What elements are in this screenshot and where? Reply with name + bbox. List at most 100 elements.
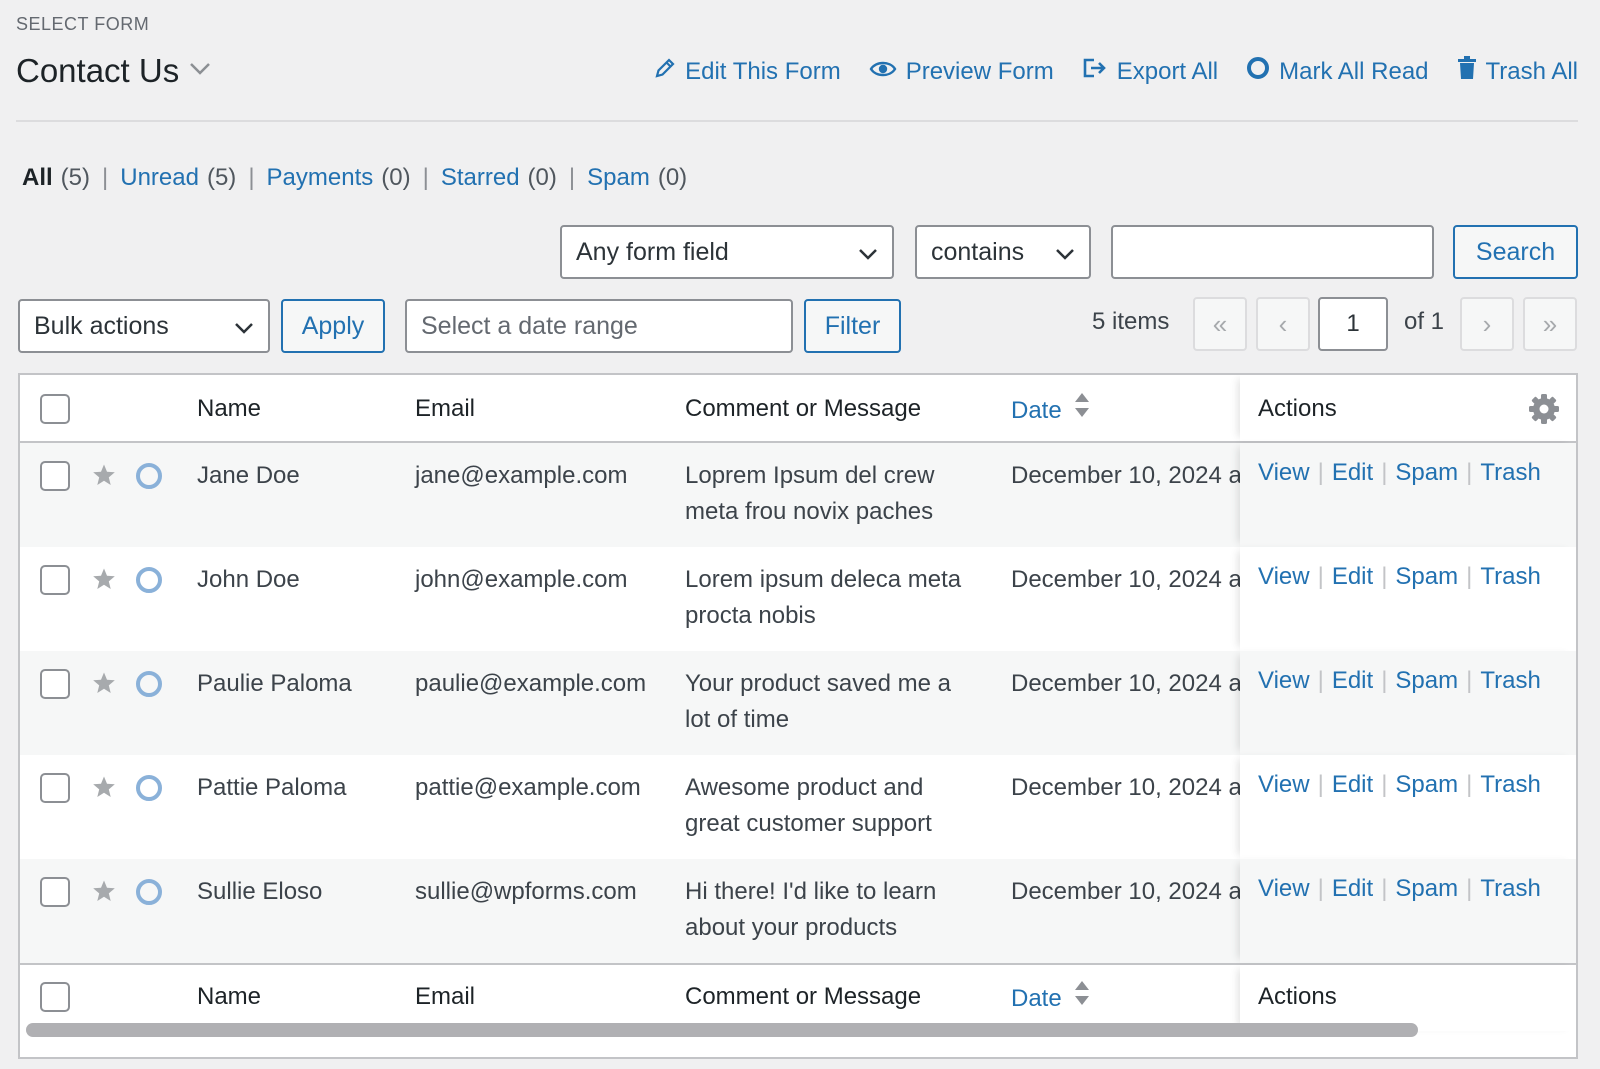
edit-link[interactable]: Edit bbox=[1332, 559, 1373, 595]
horizontal-scrollbar[interactable] bbox=[26, 1023, 1418, 1037]
edit-link[interactable]: Edit bbox=[1332, 871, 1373, 907]
search-button[interactable]: Search bbox=[1453, 225, 1578, 279]
date-range-input[interactable]: Select a date range bbox=[405, 299, 793, 353]
star-icon[interactable] bbox=[92, 879, 116, 908]
prev-page-button[interactable]: ‹ bbox=[1256, 297, 1310, 351]
trash-all-button[interactable]: Trash All bbox=[1457, 56, 1578, 87]
gear-icon[interactable] bbox=[1528, 393, 1560, 436]
select-form-label: SELECT FORM bbox=[16, 14, 150, 34]
view-separator: | bbox=[568, 164, 576, 191]
row-checkbox[interactable] bbox=[40, 565, 70, 595]
unread-dot-icon[interactable] bbox=[136, 671, 162, 697]
entry-message: Your product saved me a lot of time bbox=[685, 666, 985, 738]
view-spam-count: (0) bbox=[657, 164, 688, 191]
column-footer-date[interactable]: Date bbox=[1011, 979, 1247, 1018]
trash-link[interactable]: Trash bbox=[1480, 559, 1540, 595]
column-footer-email: Email bbox=[415, 983, 476, 1010]
select-all-checkbox-cell bbox=[40, 982, 70, 1012]
view-payments[interactable]: Payments bbox=[267, 164, 374, 192]
chevron-down-icon bbox=[189, 62, 211, 81]
entry-date: December 10, 2024 at bbox=[1011, 670, 1247, 697]
row-checkbox[interactable] bbox=[40, 461, 70, 491]
unread-dot-icon[interactable] bbox=[136, 463, 162, 489]
export-all-button[interactable]: Export All bbox=[1082, 56, 1218, 87]
view-all-count: (5) bbox=[60, 164, 91, 191]
row-checkbox[interactable] bbox=[40, 773, 70, 803]
view-starred[interactable]: Starred bbox=[441, 164, 520, 192]
trash-link[interactable]: Trash bbox=[1480, 455, 1540, 491]
view-link[interactable]: View bbox=[1258, 663, 1310, 699]
next-page-button[interactable]: › bbox=[1460, 297, 1514, 351]
action-separator: | bbox=[1317, 771, 1324, 798]
sort-icon bbox=[1074, 979, 1090, 1018]
select-all-checkbox-footer[interactable] bbox=[40, 982, 70, 1012]
action-separator: | bbox=[1317, 563, 1324, 590]
spam-link[interactable]: Spam bbox=[1395, 767, 1458, 803]
unread-dot-icon[interactable] bbox=[136, 775, 162, 801]
current-page-input[interactable]: 1 bbox=[1318, 297, 1388, 351]
spam-link[interactable]: Spam bbox=[1395, 455, 1458, 491]
view-link[interactable]: View bbox=[1258, 559, 1310, 595]
mark-all-read-button[interactable]: Mark All Read bbox=[1246, 56, 1429, 87]
table-row: John Doe john@example.com Lorem ipsum de… bbox=[20, 547, 1576, 651]
bulk-actions-select[interactable]: Bulk actions bbox=[18, 299, 270, 353]
first-page-button[interactable]: « bbox=[1193, 297, 1247, 351]
last-page-button[interactable]: » bbox=[1523, 297, 1577, 351]
spam-link[interactable]: Spam bbox=[1395, 871, 1458, 907]
preview-form-label: Preview Form bbox=[905, 57, 1054, 85]
column-header-date[interactable]: Date bbox=[1011, 391, 1247, 430]
search-field-select[interactable]: Any form field bbox=[560, 225, 894, 279]
entry-email: pattie@example.com bbox=[415, 774, 641, 801]
entry-message-line: meta frou novix paches bbox=[685, 498, 934, 525]
star-icon[interactable] bbox=[92, 567, 116, 596]
form-selector[interactable]: Contact Us bbox=[16, 52, 211, 90]
view-link[interactable]: View bbox=[1258, 455, 1310, 491]
edit-form-button[interactable]: Edit This Form bbox=[654, 56, 841, 87]
unread-dot-icon[interactable] bbox=[136, 567, 162, 593]
unread-dot-icon[interactable] bbox=[136, 879, 162, 905]
edit-link[interactable]: Edit bbox=[1332, 663, 1373, 699]
view-all[interactable]: All bbox=[22, 164, 53, 192]
entry-actions: View | Edit | Spam | Trash bbox=[1240, 755, 1576, 859]
total-pages: of 1 bbox=[1404, 308, 1445, 335]
view-spam[interactable]: Spam bbox=[587, 164, 650, 192]
entry-actions: View | Edit | Spam | Trash bbox=[1240, 651, 1576, 755]
action-separator: | bbox=[1381, 459, 1388, 486]
entry-date: December 10, 2024 at bbox=[1011, 774, 1247, 801]
search-input[interactable] bbox=[1111, 225, 1434, 279]
spam-link[interactable]: Spam bbox=[1395, 559, 1458, 595]
row-checkbox-cell bbox=[40, 773, 70, 803]
trash-link[interactable]: Trash bbox=[1480, 871, 1540, 907]
preview-form-button[interactable]: Preview Form bbox=[869, 56, 1054, 87]
star-icon[interactable] bbox=[92, 775, 116, 804]
entry-actions: View | Edit | Spam | Trash bbox=[1240, 443, 1576, 547]
view-unread[interactable]: Unread bbox=[120, 164, 199, 192]
row-checkbox[interactable] bbox=[40, 877, 70, 907]
star-icon[interactable] bbox=[92, 463, 116, 492]
edit-link[interactable]: Edit bbox=[1332, 455, 1373, 491]
action-separator: | bbox=[1317, 875, 1324, 902]
spam-link[interactable]: Spam bbox=[1395, 663, 1458, 699]
edit-link[interactable]: Edit bbox=[1332, 767, 1373, 803]
trash-link[interactable]: Trash bbox=[1480, 767, 1540, 803]
table-row: Pattie Paloma pattie@example.com Awesome… bbox=[20, 755, 1576, 859]
view-unread-count: (5) bbox=[206, 164, 237, 191]
entry-message-line: lot of time bbox=[685, 706, 790, 733]
trash-icon bbox=[1457, 56, 1477, 87]
row-checkbox-cell bbox=[40, 877, 70, 907]
view-starred-count: (0) bbox=[527, 164, 557, 191]
export-all-label: Export All bbox=[1116, 57, 1219, 85]
star-icon[interactable] bbox=[92, 671, 116, 700]
search-operator-select[interactable]: contains bbox=[915, 225, 1091, 279]
view-link[interactable]: View bbox=[1258, 871, 1310, 907]
table-footer-row: Name Email Comment or Message Date Actio… bbox=[20, 963, 1576, 1031]
apply-button[interactable]: Apply bbox=[281, 299, 385, 353]
trash-link[interactable]: Trash bbox=[1480, 663, 1540, 699]
sort-icon bbox=[1074, 391, 1090, 430]
select-all-checkbox[interactable] bbox=[40, 394, 70, 424]
action-separator: | bbox=[1466, 667, 1473, 694]
row-checkbox[interactable] bbox=[40, 669, 70, 699]
view-link[interactable]: View bbox=[1258, 767, 1310, 803]
filter-button[interactable]: Filter bbox=[804, 299, 901, 353]
entry-actions: View | Edit | Spam | Trash bbox=[1240, 859, 1576, 963]
